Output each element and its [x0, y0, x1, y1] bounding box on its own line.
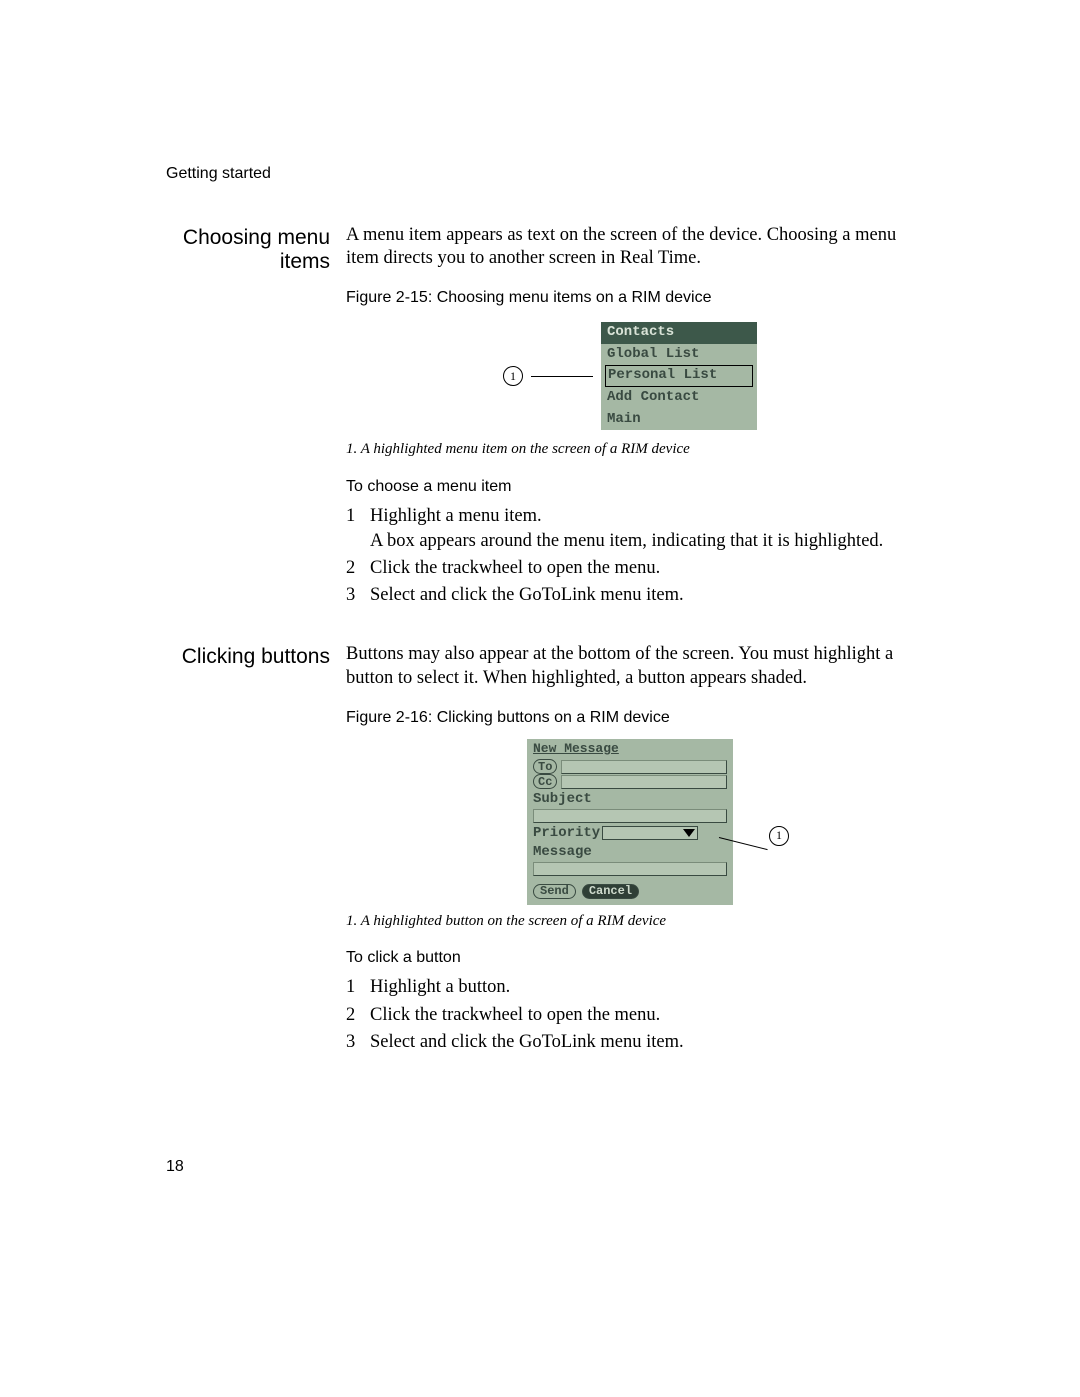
intro-paragraph-1: A menu item appears as text on the scree…	[346, 224, 914, 270]
running-head: Getting started	[166, 165, 271, 183]
step-row: 3 Select and click the GoToLink menu ite…	[346, 584, 914, 607]
figure-caption-2-15: Figure 2-15: Choosing menu items on a RI…	[346, 288, 914, 308]
body-column-1: A menu item appears as text on the scree…	[346, 224, 914, 611]
side-heading-choosing: Choosing menu items	[166, 224, 346, 611]
figure-2-15: 1 Contacts Global List Personal List Add…	[346, 322, 914, 430]
step-main: Highlight a menu item.	[370, 505, 914, 528]
page-content: Choosing menu items A menu item appears …	[166, 224, 914, 1090]
rim-send-button: Send	[533, 884, 576, 899]
rim-message-field	[533, 862, 727, 876]
step-row: 2 Click the trackwheel to open the menu.	[346, 557, 914, 580]
rim-menu-item-main: Main	[601, 409, 757, 431]
rim-cc-row: Cc	[527, 774, 733, 789]
step-number: 2	[346, 1004, 370, 1027]
step-number: 3	[346, 584, 370, 607]
rim-button-row: Send Cancel	[527, 876, 733, 899]
step-number: 1	[346, 976, 370, 999]
step-text: Click the trackwheel to open the menu.	[370, 557, 914, 580]
callout-2: 1	[769, 826, 789, 846]
callout-label-2: 1	[769, 826, 789, 846]
step-number: 1	[346, 505, 370, 553]
rim-priority-row: Priority	[527, 823, 733, 843]
callout-leader-line	[531, 376, 593, 377]
step-row: 3 Select and click the GoToLink menu ite…	[346, 1031, 914, 1054]
rim-to-row: To	[527, 759, 733, 774]
page-number: 18	[166, 1158, 184, 1176]
rim-cc-field	[561, 775, 727, 789]
rim-cc-label: Cc	[533, 774, 557, 789]
rim-menu-item-personal-list: Personal List	[605, 365, 753, 387]
rim-cancel-button: Cancel	[582, 884, 639, 899]
step-text: Highlight a menu item. A box appears aro…	[370, 505, 914, 553]
rim-menu-item-add-contact: Add Contact	[601, 387, 757, 409]
step-row: 2 Click the trackwheel to open the menu.	[346, 1004, 914, 1027]
section-choosing-menu-items: Choosing menu items A menu item appears …	[166, 224, 914, 611]
side-heading-clicking: Clicking buttons	[166, 643, 346, 1057]
procedure-heading-choose-menu: To choose a menu item	[346, 477, 914, 497]
figure-caption-2-16: Figure 2-16: Clicking buttons on a RIM d…	[346, 708, 914, 728]
figure-2-16-frame: New Message To Cc Subject Priority	[527, 742, 733, 902]
step-text: Select and click the GoToLink menu item.	[370, 1031, 914, 1054]
step-text: Select and click the GoToLink menu item.	[370, 584, 914, 607]
rim-to-field	[561, 760, 727, 774]
body-column-2: Buttons may also appear at the bottom of…	[346, 643, 914, 1057]
step-number: 3	[346, 1031, 370, 1054]
rim-form-title: New Message	[527, 739, 733, 759]
step-text: Click the trackwheel to open the menu.	[370, 1004, 914, 1027]
section-clicking-buttons: Clicking buttons Buttons may also appear…	[166, 643, 914, 1057]
step-row: 1 Highlight a button.	[346, 976, 914, 999]
rim-subject-field	[533, 809, 727, 823]
step-text: Highlight a button.	[370, 976, 914, 999]
figure-2-16-legend: 1. A highlighted button on the screen of…	[346, 912, 914, 931]
rim-menu-header: Contacts	[601, 322, 757, 344]
rim-subject-label: Subject	[527, 789, 733, 809]
rim-priority-dropdown	[602, 826, 698, 840]
rim-menu-item-global-list: Global List	[601, 344, 757, 366]
rim-priority-label: Priority	[533, 825, 600, 843]
intro-paragraph-2: Buttons may also appear at the bottom of…	[346, 643, 914, 689]
figure-2-15-legend: 1. A highlighted menu item on the screen…	[346, 440, 914, 459]
rim-to-label: To	[533, 759, 557, 774]
step-sub: A box appears around the menu item, indi…	[370, 530, 914, 553]
procedure-heading-click-button: To click a button	[346, 948, 914, 968]
step-row: 1 Highlight a menu item. A box appears a…	[346, 505, 914, 553]
figure-2-16: New Message To Cc Subject Priority	[346, 742, 914, 902]
rim-message-label: Message	[527, 842, 733, 862]
rim-device-screen-menu: Contacts Global List Personal List Add C…	[601, 322, 757, 430]
callout-label-1: 1	[503, 366, 523, 386]
rim-device-screen-message: New Message To Cc Subject Priority	[527, 739, 733, 905]
step-number: 2	[346, 557, 370, 580]
